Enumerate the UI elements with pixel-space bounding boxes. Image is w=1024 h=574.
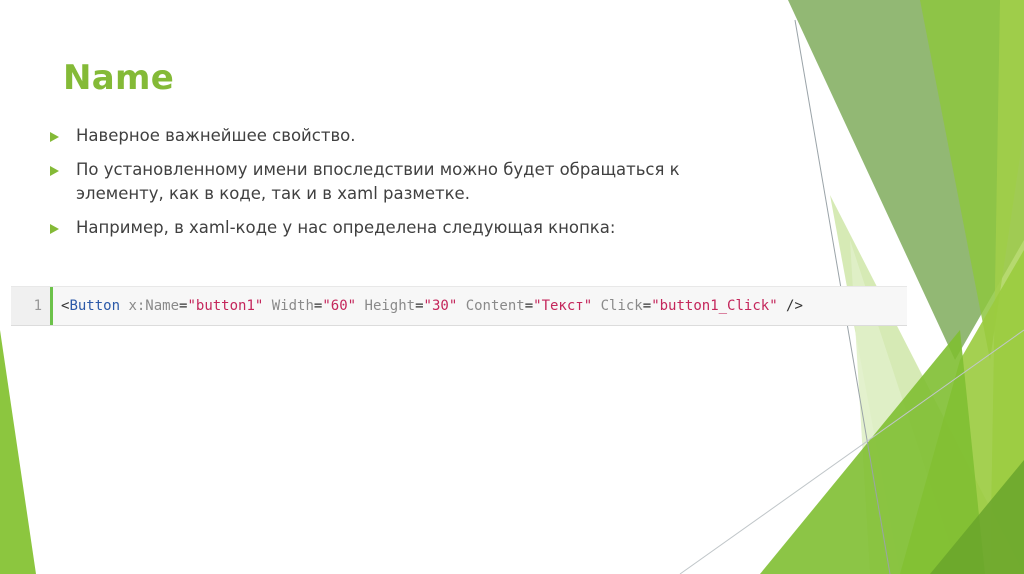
bullet-item: Наверное важнейшее свойство.	[50, 124, 750, 148]
code-token-string: "60"	[322, 298, 357, 314]
code-token-punct: =	[642, 298, 652, 314]
code-token-attr: Height	[364, 298, 416, 314]
bullet-text: По установленному имени впоследствии мож…	[76, 160, 680, 203]
bullet-item: По установленному имени впоследствии мож…	[50, 158, 750, 206]
code-token-punct: />	[777, 298, 803, 314]
code-token-string: "Текст"	[533, 298, 593, 314]
code-line: <Button x:Name="button1" Width="60" Heig…	[61, 287, 803, 325]
code-token-tag: Button	[69, 298, 121, 314]
code-token-punct: =	[415, 298, 424, 314]
code-token-attr: Click	[600, 298, 643, 314]
code-token-attr: x:Name	[128, 298, 180, 314]
code-token-punct: =	[524, 298, 534, 314]
code-block: 1 <Button x:Name="button1" Width="60" He…	[11, 286, 907, 326]
code-token-string: "30"	[423, 298, 458, 314]
bullet-arrow-icon	[50, 166, 59, 176]
line-number: 1	[11, 287, 53, 325]
bullet-list: Наверное важнейшее свойство. По установл…	[50, 124, 750, 250]
code-token-attr: Content	[465, 298, 525, 314]
bullet-arrow-icon	[50, 224, 59, 234]
code-token-string: "button1_Click"	[651, 298, 778, 314]
code-token-string: "button1"	[187, 298, 264, 314]
deco-shape	[0, 330, 36, 574]
bullet-text: Например, в xaml-коде у нас определена с…	[76, 218, 616, 237]
code-token-attr: Width	[271, 298, 314, 314]
bullet-arrow-icon	[50, 132, 59, 142]
bullet-item: Например, в xaml-коде у нас определена с…	[50, 216, 750, 240]
slide-title: Name	[63, 58, 175, 98]
bullet-text: Наверное важнейшее свойство.	[76, 126, 356, 145]
